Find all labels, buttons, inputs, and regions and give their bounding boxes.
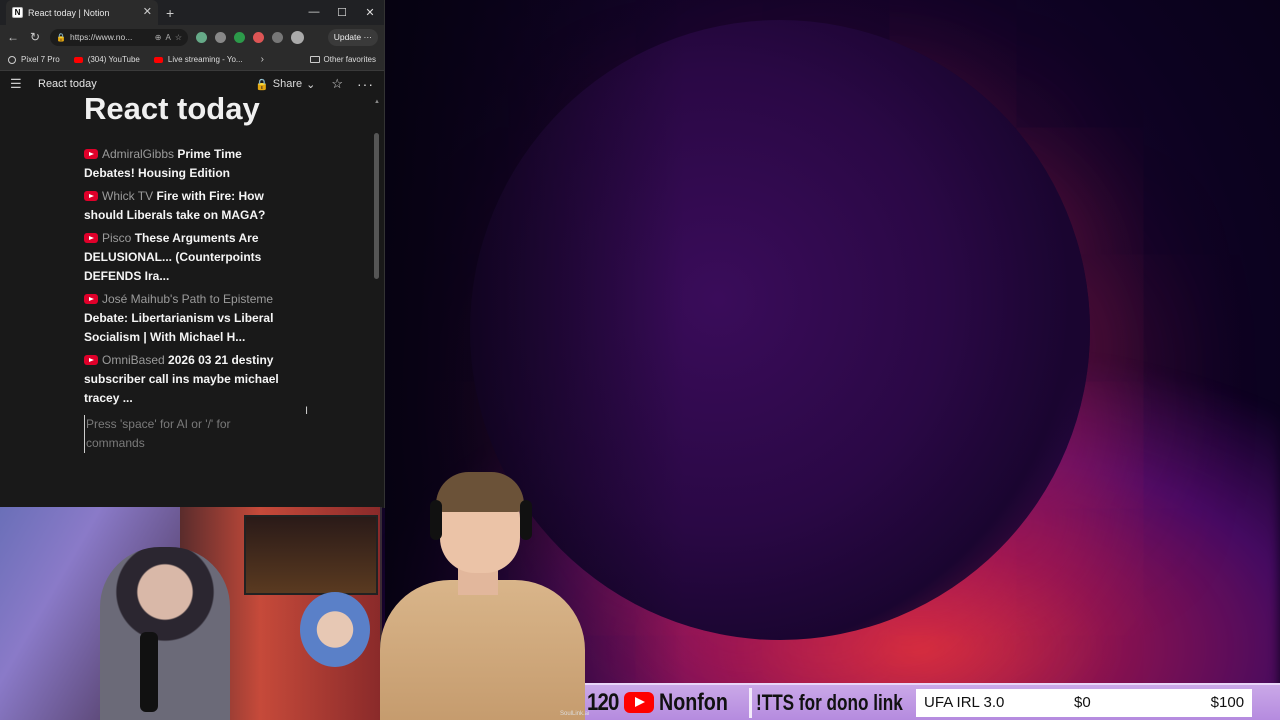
grammarly-icon[interactable] (234, 31, 245, 43)
ticker-channel: Nonfon (659, 688, 728, 716)
breadcrumb[interactable]: React today (38, 78, 97, 90)
text-cursor-icon: I (305, 405, 309, 417)
share-label: Share (272, 78, 303, 90)
empty-block-placeholder[interactable]: Press 'space' for AI or '/' for commands (84, 415, 254, 453)
bookmark-icon (8, 55, 16, 64)
youtube-icon (153, 56, 163, 63)
favorite-icon[interactable]: ☆ (175, 33, 182, 42)
divider (749, 687, 753, 718)
headphones (520, 500, 532, 540)
profile-avatar[interactable] (291, 30, 304, 44)
tab-title: React today | Notion (28, 7, 110, 18)
close-window-icon[interactable]: ✕ (356, 6, 384, 19)
list-item[interactable]: Pisco These Arguments Are DELUSIONAL... … (84, 229, 294, 286)
headphones (430, 500, 442, 540)
update-label: Update (333, 32, 362, 42)
bookmark-label: Pixel 7 Pro (21, 55, 60, 64)
list-item[interactable]: AdmiralGibbs Prime Time Debates! Housing… (84, 145, 294, 183)
channel-name: Whick TV (102, 189, 154, 203)
extension-icon[interactable] (215, 31, 226, 43)
list-item[interactable]: Whick TV Fire with Fire: How should Libe… (84, 187, 294, 225)
ticker-count: 120 (587, 688, 619, 716)
channel-name: José Maihub's Path to Episteme (102, 292, 274, 306)
notion-icon: N (12, 7, 23, 18)
list-item[interactable]: OmniBased 2026 03 21 destiny subscriber … (84, 351, 294, 408)
ticker-tts: !TTS for dono link (756, 689, 903, 715)
menu-icon[interactable]: ☰ (10, 76, 30, 92)
read-aloud-icon[interactable]: A (165, 33, 170, 42)
extension-icon[interactable] (196, 31, 207, 43)
bookmarks-bar: Pixel 7 Pro (304) YouTube Live streaming… (0, 49, 384, 71)
more-icon[interactable]: ··· (357, 76, 374, 92)
new-tab-icon[interactable]: + (166, 5, 174, 21)
bookmark-label: (304) YouTube (87, 55, 140, 64)
other-favorites[interactable]: Other favorites (309, 55, 376, 64)
streamer-figure (100, 547, 230, 720)
bookmark-live-streaming[interactable]: Live streaming - Yo... (153, 55, 243, 64)
list-item[interactable]: José Maihub's Path to Episteme Debate: L… (84, 290, 294, 347)
browser-toolbar: ← ↻ 🔒 https://www.no... ⊕ A ☆ Update ··· (0, 25, 384, 49)
browser-window: N React today | Notion ✕ + — ☐ ✕ ← ↻ 🔒 h… (0, 0, 385, 508)
microphone (140, 632, 158, 712)
background-screen (244, 515, 378, 595)
goal-current: $0 (1074, 694, 1091, 711)
share-button[interactable]: 🔒 Share ⌄ (255, 78, 315, 91)
lock-icon: 🔒 (56, 32, 66, 42)
browser-tab[interactable]: N React today | Notion ✕ (6, 0, 158, 25)
window-controls: — ☐ ✕ (300, 6, 384, 19)
donation-goal: UFA IRL 3.0 $0 $100 (916, 688, 1253, 717)
person-body (380, 580, 585, 720)
youtube-icon (84, 355, 98, 365)
minimize-icon[interactable]: — (300, 6, 328, 19)
address-bar[interactable]: 🔒 https://www.no... ⊕ A ☆ (50, 28, 188, 46)
person-hair (436, 472, 524, 512)
face-sticker (300, 592, 370, 667)
youtube-icon (84, 191, 98, 201)
notion-topbar: ☰ React today 🔒 Share ⌄ ☆ ··· (0, 71, 384, 97)
other-favorites-label: Other favorites (323, 55, 376, 64)
folder-icon (309, 56, 320, 63)
webcam-overlay-left (0, 507, 382, 720)
channel-name: OmniBased (102, 353, 165, 367)
update-button[interactable]: Update ··· (327, 28, 378, 46)
chevron-right-icon[interactable]: › (261, 54, 264, 65)
youtube-icon (624, 692, 655, 713)
webcam-overlay-right (370, 470, 595, 720)
extension-icon[interactable] (272, 31, 283, 43)
scroll-up-icon[interactable]: ▲ (374, 99, 380, 105)
goal-target: $100 (1210, 694, 1245, 711)
credit-watermark: SoulLink.ai (560, 711, 590, 717)
title-bar: N React today | Notion ✕ + — ☐ ✕ (0, 0, 384, 25)
notion-page: React today AdmiralGibbs Prime Time Deba… (0, 97, 384, 483)
extension-icon[interactable] (253, 31, 264, 43)
maximize-icon[interactable]: ☐ (328, 6, 356, 19)
youtube-icon (84, 294, 98, 304)
youtube-icon (73, 56, 83, 63)
address-text: https://www.no... (69, 32, 133, 42)
youtube-icon (84, 149, 98, 159)
bookmark-youtube[interactable]: (304) YouTube (73, 55, 140, 64)
goal-name: UFA IRL 3.0 (924, 694, 1005, 711)
video-title: Debate: Libertarianism vs Liberal Social… (84, 311, 274, 344)
back-icon[interactable]: ← (6, 30, 20, 44)
bookmark-label: Live streaming - Yo... (167, 55, 243, 64)
scrollbar[interactable] (374, 133, 379, 279)
youtube-icon (84, 233, 98, 243)
stream-ticker: 120 Nonfon !TTS for dono link UFA IRL 3.… (585, 683, 1280, 720)
bookmark-pixel[interactable]: Pixel 7 Pro (8, 55, 60, 64)
channel-name: Pisco (102, 231, 132, 245)
lock-icon: 🔒 (255, 78, 269, 91)
close-tab-icon[interactable]: ✕ (143, 7, 152, 18)
refresh-icon[interactable]: ↻ (28, 30, 42, 44)
entry-list: AdmiralGibbs Prime Time Debates! Housing… (84, 145, 294, 412)
zoom-icon[interactable]: ⊕ (155, 33, 162, 42)
star-icon[interactable]: ☆ (331, 76, 343, 92)
chevron-down-icon: ⌄ (306, 78, 316, 91)
channel-name: AdmiralGibbs (102, 147, 175, 161)
page-title[interactable]: React today (84, 97, 260, 127)
